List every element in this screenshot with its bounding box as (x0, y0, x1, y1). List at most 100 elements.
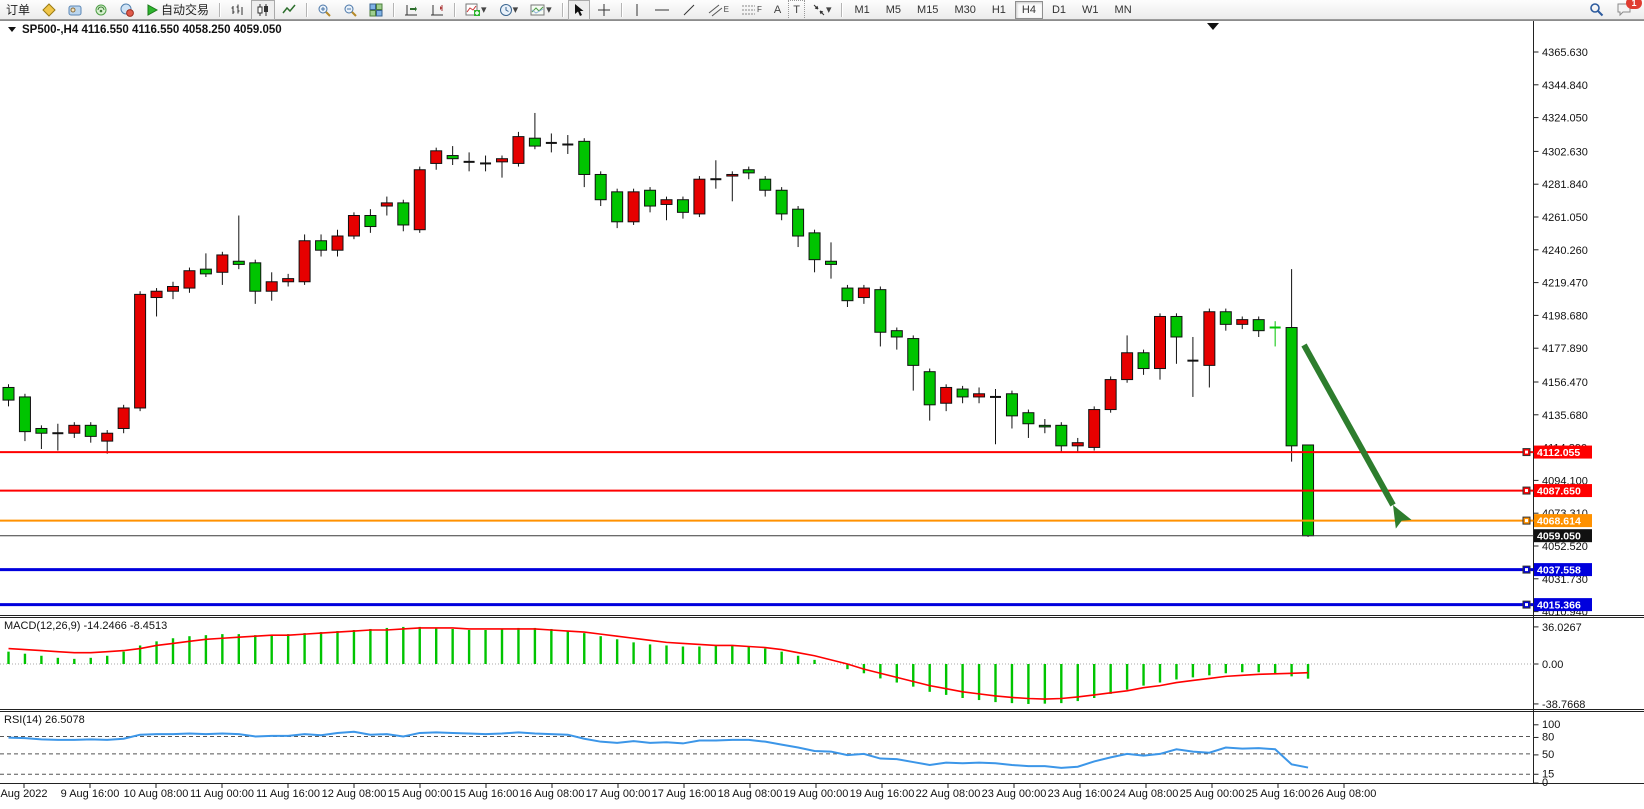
line-anchor-dot (1525, 519, 1528, 522)
rsi-indicator-label: RSI(14) 26.5078 (4, 714, 85, 726)
time-tick-label: 11 Aug 00:00 (190, 788, 254, 800)
autotrading-button[interactable]: 自动交易 (141, 0, 214, 20)
candle-body (200, 269, 211, 274)
candle-body (36, 428, 47, 433)
toolbar-separator (306, 3, 307, 17)
candle-body (743, 170, 754, 173)
depth-of-market-icon[interactable] (63, 0, 87, 20)
candlestick-mode-icon[interactable] (251, 0, 275, 20)
new-order-icon[interactable] (37, 0, 61, 20)
chart-canvas[interactable]: 4365.6304344.8404324.0504302.6304281.840… (0, 20, 1644, 809)
macd-signal-line (9, 628, 1309, 699)
candle-body (826, 261, 837, 264)
rsi-axis-label: 100 (1542, 719, 1560, 731)
candle-body (283, 279, 294, 282)
price-line-badge-label: 4037.558 (1537, 565, 1581, 577)
equidistant-channel-tool[interactable]: E (703, 0, 734, 20)
cursor-tool[interactable] (568, 0, 590, 20)
candle-body (299, 241, 310, 282)
zoom-in-icon[interactable] (312, 0, 336, 20)
candle-body (1039, 425, 1050, 427)
timeframe-button-m1[interactable]: M1 (847, 1, 876, 19)
candle-body (348, 215, 359, 236)
time-tick-label: 15 Aug 00:00 (388, 788, 453, 800)
zoom-out-icon[interactable] (338, 0, 362, 20)
candle-body (1105, 380, 1116, 410)
candle-body (398, 203, 409, 225)
candle-body (974, 394, 985, 397)
candle-body (332, 236, 343, 250)
candle-body (661, 200, 672, 205)
time-axis[interactable]: Aug 20229 Aug 16:0010 Aug 08:0011 Aug 00… (0, 784, 1376, 800)
price-tick-label: 4219.470 (1542, 278, 1588, 290)
symbol-dropdown-icon[interactable] (8, 27, 16, 32)
time-tick-label: 17 Aug 16:00 (652, 788, 717, 800)
vertical-line-tool[interactable] (627, 0, 647, 20)
timeframe-button-w1[interactable]: W1 (1075, 1, 1106, 19)
candle-body (250, 263, 261, 291)
timeframe-button-m5[interactable]: M5 (879, 1, 908, 19)
candle-body (1155, 316, 1166, 368)
orders-button[interactable]: 订单 (1, 0, 35, 20)
timeframe-button-m15[interactable]: M15 (910, 1, 945, 19)
trendline-tool[interactable] (677, 0, 701, 20)
fibonacci-tool[interactable]: F (736, 0, 767, 20)
time-tick-label: 16 Aug 08:00 (520, 788, 585, 800)
auto-scroll-icon[interactable] (399, 0, 423, 20)
timeframe-button-h4[interactable]: H4 (1015, 1, 1043, 19)
timeframe-button-mn[interactable]: MN (1108, 1, 1139, 19)
candle-body (891, 331, 902, 337)
time-tick-label: 12 Aug 08:00 (322, 788, 387, 800)
candle-body (1286, 328, 1297, 446)
candle-body (776, 190, 787, 214)
candle-body (102, 433, 113, 441)
down-triangle-marker[interactable] (1207, 23, 1219, 30)
candle-body (217, 255, 228, 272)
rsi-axis-label: 50 (1542, 749, 1554, 761)
candle-body (513, 137, 524, 164)
candle-body (118, 408, 129, 429)
indicators-menu-button[interactable]: ▾ (460, 0, 492, 20)
candle-body (85, 425, 96, 436)
arrows-tool-menu[interactable]: ▾ (807, 0, 837, 20)
time-tick-label: 25 Aug 16:00 (1246, 788, 1311, 800)
time-tick-label: 22 Aug 08:00 (916, 788, 981, 800)
price-tick-label: 4198.680 (1542, 310, 1588, 322)
autotrading-play-icon (146, 4, 158, 16)
crosshair-tool[interactable] (592, 0, 616, 20)
candle-body (1237, 320, 1248, 325)
periods-menu-button[interactable]: ▾ (494, 0, 524, 20)
horizontal-line-tool[interactable] (649, 0, 675, 20)
toolbar-separator (393, 3, 394, 17)
price-line-badge-label: 4015.366 (1537, 600, 1581, 612)
price-line-badge-label: 4059.050 (1537, 531, 1581, 543)
chart-header: SP500-,H4 4116.550 4116.550 4058.250 405… (8, 24, 282, 36)
timeframe-button-d1[interactable]: D1 (1045, 1, 1073, 19)
price-tick-label: 4365.630 (1542, 47, 1588, 59)
chart-shift-icon[interactable] (425, 0, 449, 20)
price-tick-label: 4240.260 (1542, 245, 1588, 257)
rsi-axis-label: 0 (1542, 777, 1548, 789)
templates-menu-button[interactable]: ▾ (525, 0, 557, 20)
price-tick-label: 4156.470 (1542, 377, 1588, 389)
toolbar-separator (454, 3, 455, 17)
line-chart-mode-icon[interactable] (277, 0, 301, 20)
text-label-tool[interactable]: T (788, 0, 805, 20)
tile-windows-icon[interactable] (364, 0, 388, 20)
timeframe-button-m30[interactable]: M30 (947, 1, 982, 19)
text-tool[interactable]: A (769, 0, 786, 20)
candle-body (809, 233, 820, 260)
market-icon[interactable] (115, 0, 139, 20)
dropdown-caret: ▾ (826, 3, 832, 16)
arrow-head (1385, 501, 1411, 529)
search-icon[interactable] (1584, 0, 1609, 20)
down-trend-arrow[interactable] (1304, 345, 1412, 529)
timeframe-button-h1[interactable]: H1 (985, 1, 1013, 19)
candle-body (529, 138, 540, 146)
chat-button[interactable]: 1 (1611, 0, 1637, 20)
signals-icon[interactable] (89, 0, 113, 20)
candle-body (19, 397, 30, 432)
candle-body (628, 192, 639, 222)
bar-chart-mode-icon[interactable] (225, 0, 249, 20)
candle-body (727, 174, 738, 176)
